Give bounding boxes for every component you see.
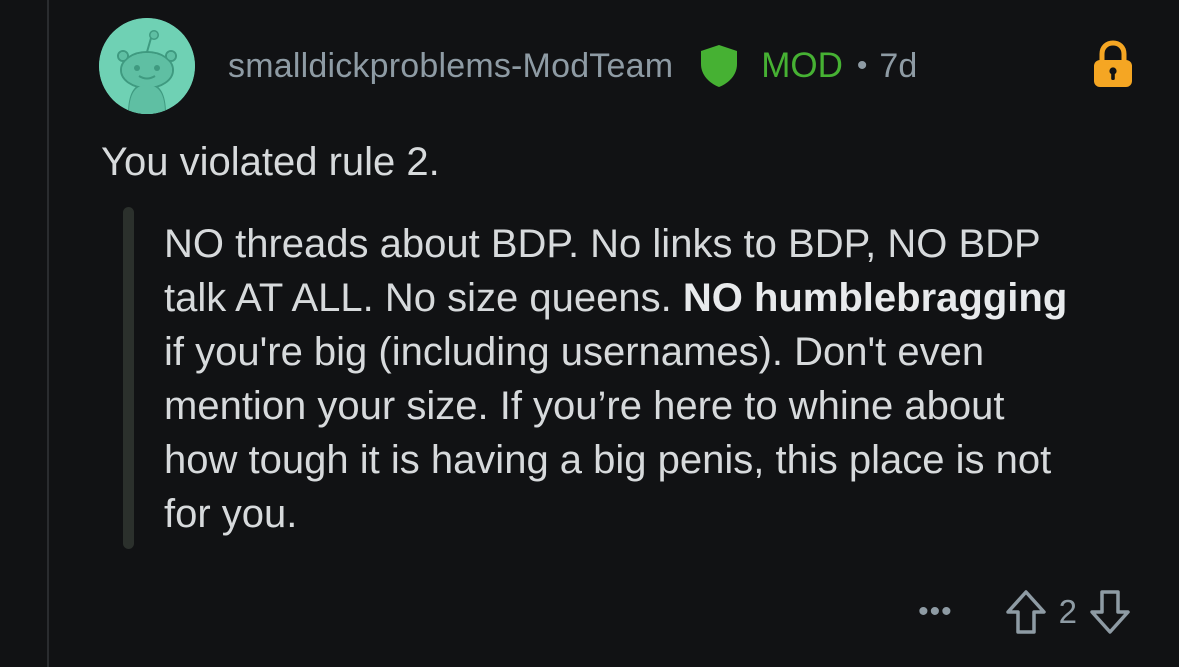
vote-score: 2 [1058, 593, 1077, 630]
quote-text-part2: if you're big (including usernames). Don… [164, 330, 1052, 536]
comment-text: You violated rule 2. [101, 140, 440, 184]
comment-view: smalldickproblems-ModTeam MOD • 7d You v… [0, 0, 1179, 667]
comment-actions: ••• 2 [918, 585, 1131, 639]
mod-badge: MOD [761, 46, 843, 85]
comment-age: 7d [879, 46, 918, 85]
snoo-avatar-icon [99, 18, 195, 114]
mod-shield-icon [701, 45, 738, 87]
meta-separator: • [856, 49, 868, 82]
author-username[interactable]: smalldickproblems-ModTeam [228, 47, 673, 86]
downvote-arrow-icon[interactable] [1089, 589, 1131, 635]
rule-blockquote: NO threads about BDP. No links to BDP, N… [164, 217, 1084, 541]
upvote-arrow-icon[interactable] [1005, 589, 1047, 635]
avatar[interactable] [99, 18, 195, 114]
blockquote-bar [123, 207, 134, 549]
more-options-icon[interactable]: ••• [918, 595, 953, 629]
comment-header: smalldickproblems-ModTeam MOD • 7d [228, 38, 917, 94]
thread-line[interactable] [47, 0, 49, 667]
lock-icon [1094, 40, 1132, 87]
quote-text-bold: NO humblebragging [682, 276, 1068, 320]
